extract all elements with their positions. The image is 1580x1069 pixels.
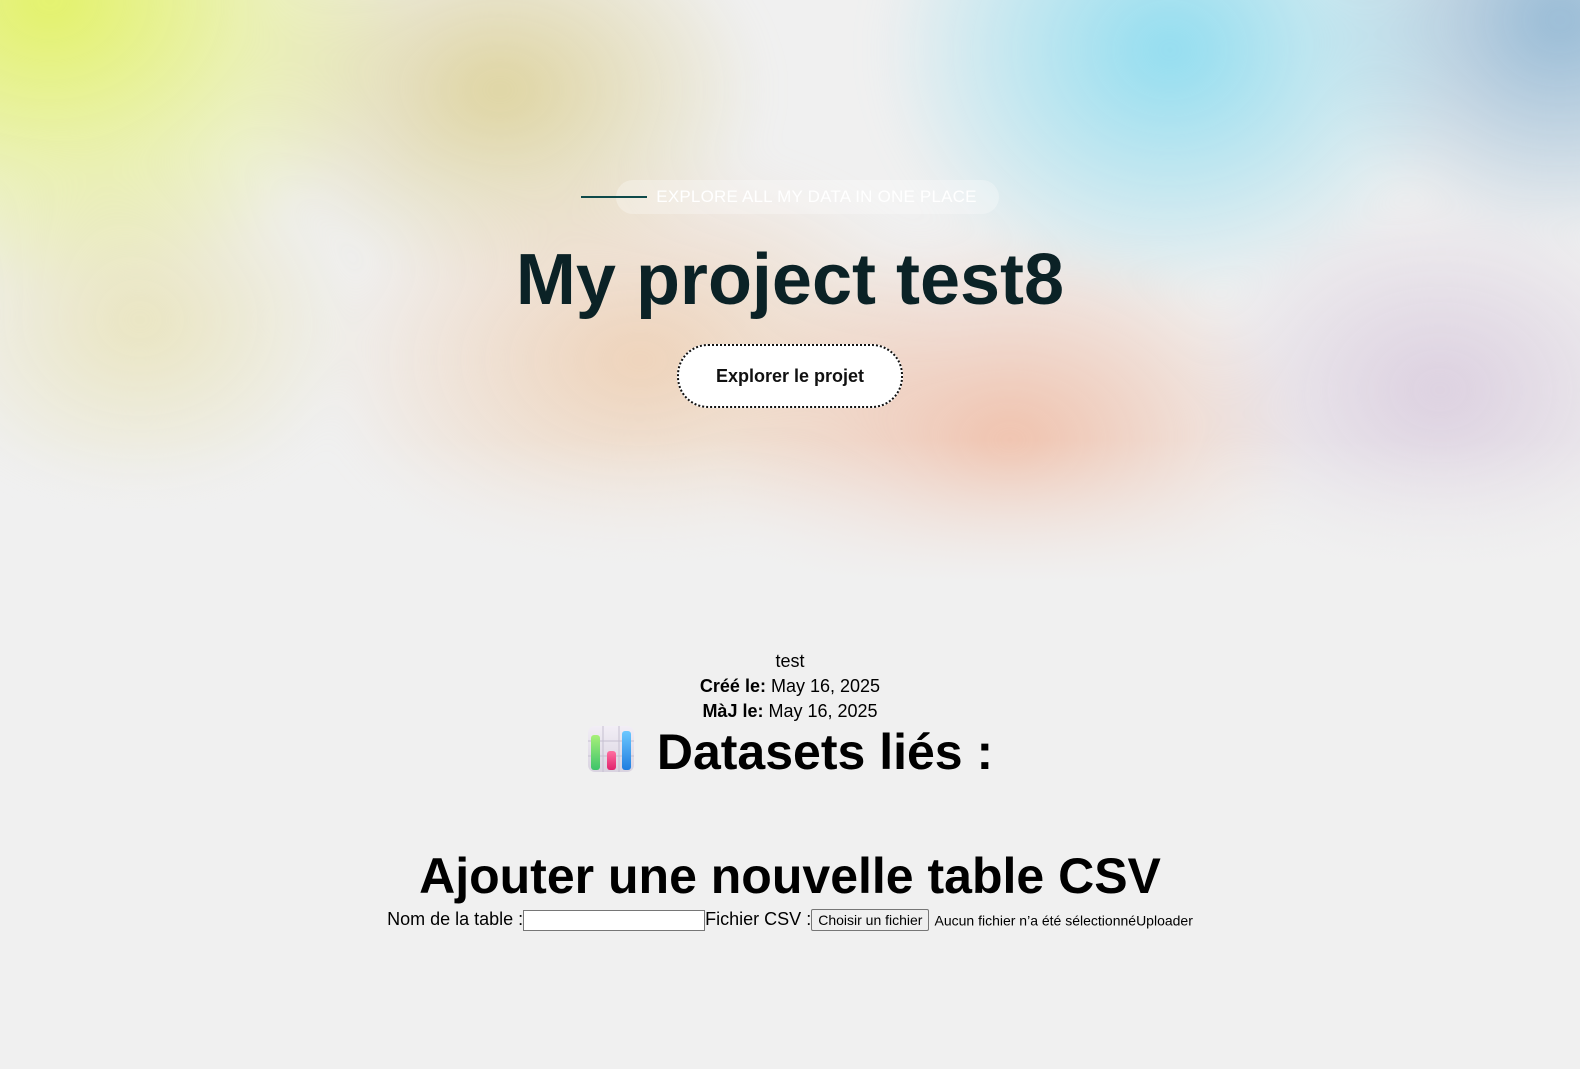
table-name-input[interactable]	[523, 909, 706, 931]
tagline-pill: EXPLORE ALL MY DATA IN ONE PLACE	[581, 180, 999, 214]
created-label: Créé le:	[699, 676, 766, 696]
tagline-line	[581, 196, 648, 198]
project-description: test	[775, 651, 805, 671]
hero-section: EXPLORE ALL MY DATA IN ONE PLACE My proj…	[0, 0, 1580, 600]
project-info: test Créé le: May 16, 2025 MàJ le: May 1…	[0, 649, 1580, 724]
table-name-label: Nom de la table :	[387, 909, 524, 929]
explore-project-button[interactable]: Explorer le projet	[677, 344, 903, 408]
no-file-selected-text: Aucun fichier n’a été sélectionné	[934, 912, 1137, 929]
bar-chart-icon	[587, 726, 634, 772]
hero-fade	[0, 440, 1580, 600]
created-value: May 16, 2025	[770, 676, 881, 696]
upload-form: Nom de la table : Fichier CSV : Choisir un…	[0, 907, 1580, 932]
add-csv-heading: Ajouter une nouvelle table CSV	[419, 848, 1161, 904]
datasets-heading: Datasets liés :	[656, 724, 994, 780]
choose-file-button[interactable]: Choisir un fichier	[811, 909, 930, 932]
upload-button[interactable]: Uploader	[1136, 912, 1193, 928]
explore-button-container: Explorer le projet	[0, 344, 1580, 408]
tagline-container: EXPLORE ALL MY DATA IN ONE PLACE	[0, 180, 1580, 214]
datasets-heading-row: Datasets liés :	[0, 722, 1580, 782]
created-date-row: Créé le: May 16, 2025	[0, 674, 1580, 699]
csv-file-label: Fichier CSV :	[705, 909, 812, 929]
tagline-text: EXPLORE ALL MY DATA IN ONE PLACE	[656, 187, 977, 206]
page-title: My project test8	[515, 240, 1065, 320]
updated-label: MàJ le:	[702, 701, 764, 721]
updated-date-row: MàJ le: May 16, 2025	[0, 699, 1580, 724]
updated-value: May 16, 2025	[768, 701, 878, 721]
